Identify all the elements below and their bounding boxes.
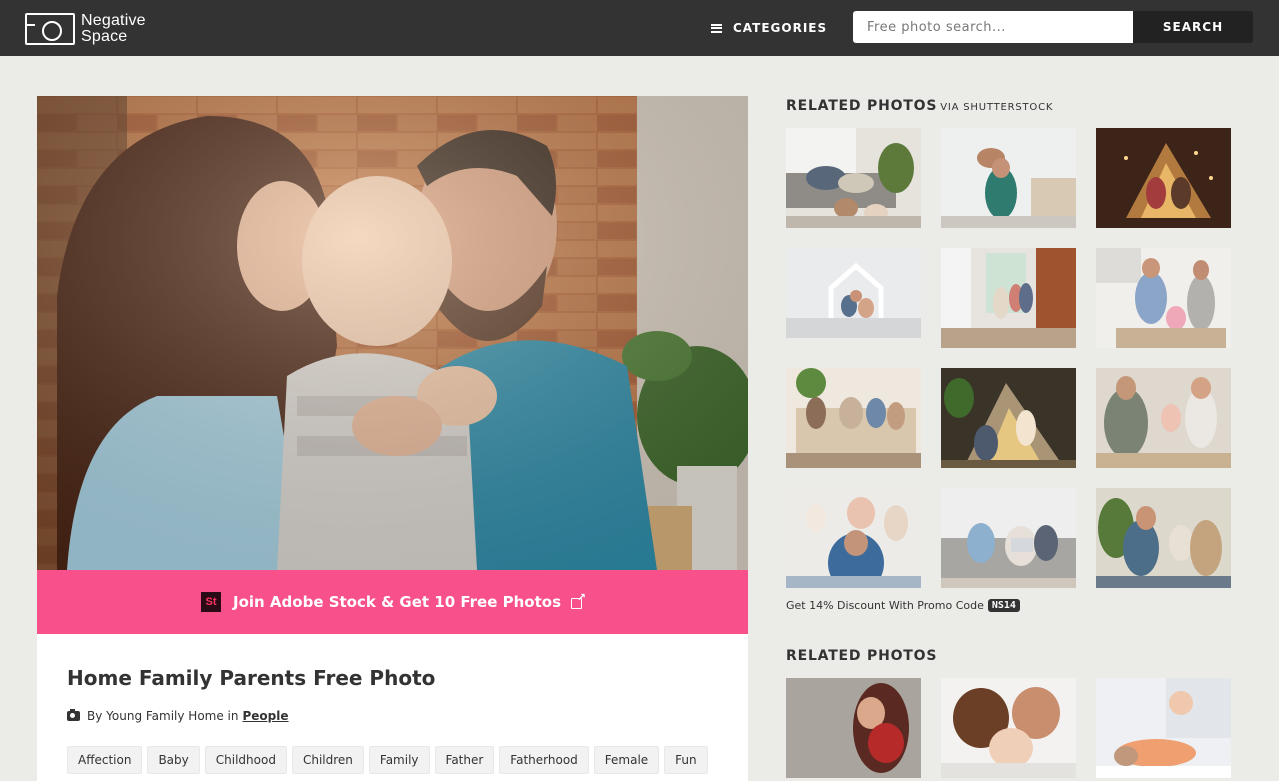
photo-byline: By Young Family Home in People — [67, 709, 289, 723]
hamburger-icon — [711, 23, 722, 33]
related-photo-thumbnail[interactable] — [786, 128, 921, 228]
photo-info-card: Home Family Parents Free Photo By Young … — [37, 634, 748, 781]
related-photo-thumbnail[interactable] — [786, 678, 921, 778]
tag-chip[interactable]: Fun — [664, 746, 708, 774]
related-photo-thumbnail[interactable] — [941, 368, 1076, 468]
main-photo-image — [37, 96, 748, 570]
adobe-stock-promo-banner[interactable]: St Join Adobe Stock & Get 10 Free Photos — [37, 570, 748, 634]
search-button[interactable]: SEARCH — [1133, 11, 1253, 43]
tag-chip[interactable]: Father — [434, 746, 495, 774]
related-photo-thumbnail[interactable] — [1096, 368, 1231, 468]
categories-label: CATEGORIES — [733, 21, 828, 35]
related-photo-thumbnail[interactable] — [1096, 128, 1231, 228]
tag-chip[interactable]: Baby — [147, 746, 200, 774]
related-photo-thumbnail[interactable] — [941, 488, 1076, 588]
related-photo-thumbnail[interactable] — [1096, 248, 1231, 348]
tag-chip[interactable]: Affection — [67, 746, 143, 774]
camera-logo-icon — [25, 13, 75, 45]
logo-line-1: Negative — [81, 12, 146, 29]
tag-chip[interactable]: Childhood — [204, 746, 287, 774]
tag-list: Affection Baby Childhood Children Family Fath… — [67, 746, 727, 774]
related-photo-thumbnail[interactable] — [786, 488, 921, 588]
camera-icon — [67, 709, 80, 721]
byline-text: By Young Family Home in — [87, 709, 239, 723]
adobe-stock-icon: St — [201, 592, 221, 612]
via-shutterstock-label: VIA SHUTTERSTOCK — [940, 102, 1054, 113]
related-photo-thumbnail[interactable] — [1096, 678, 1231, 778]
related-photo-thumbnail[interactable] — [1096, 488, 1231, 588]
promo-code-badge[interactable]: NS14 — [987, 599, 1020, 612]
site-logo[interactable]: Negative Space — [25, 11, 150, 47]
top-navbar: Negative Space CATEGORIES SEARCH — [0, 0, 1279, 56]
tag-chip[interactable]: Fatherhood — [499, 746, 589, 774]
tag-chip[interactable]: Female — [593, 746, 660, 774]
page-title: Home Family Parents Free Photo — [67, 666, 436, 690]
category-link[interactable]: People — [243, 709, 289, 723]
logo-line-2: Space — [81, 28, 128, 45]
related-photos-title-2: RELATED PHOTOS — [786, 648, 938, 664]
tag-chip[interactable]: Family — [368, 746, 430, 774]
related-photo-thumbnail[interactable] — [941, 128, 1076, 228]
promo-label: Join Adobe Stock & Get 10 Free Photos — [233, 593, 561, 611]
related-photos-heading-2: RELATED PHOTOS — [786, 648, 937, 664]
search-input[interactable] — [853, 11, 1134, 43]
related-photos-title: RELATED PHOTOS — [786, 98, 938, 114]
categories-menu-button[interactable]: CATEGORIES — [711, 17, 827, 39]
related-photo-thumbnail[interactable] — [786, 368, 921, 468]
discount-text: Get 14% Discount With Promo Code — [786, 599, 984, 612]
related-photos-heading: RELATED PHOTOS VIA SHUTTERSTOCK — [786, 98, 1053, 114]
logo-text: Negative Space — [81, 13, 146, 45]
promo-code-notice: Get 14% Discount With Promo Code NS14 — [786, 599, 1020, 612]
tag-chip[interactable]: Children — [291, 746, 364, 774]
related-photo-thumbnail[interactable] — [941, 248, 1076, 348]
related-photo-thumbnail[interactable] — [786, 248, 921, 338]
main-photo[interactable] — [37, 96, 748, 570]
related-photo-thumbnail[interactable] — [941, 678, 1076, 778]
external-link-icon — [571, 591, 586, 609]
